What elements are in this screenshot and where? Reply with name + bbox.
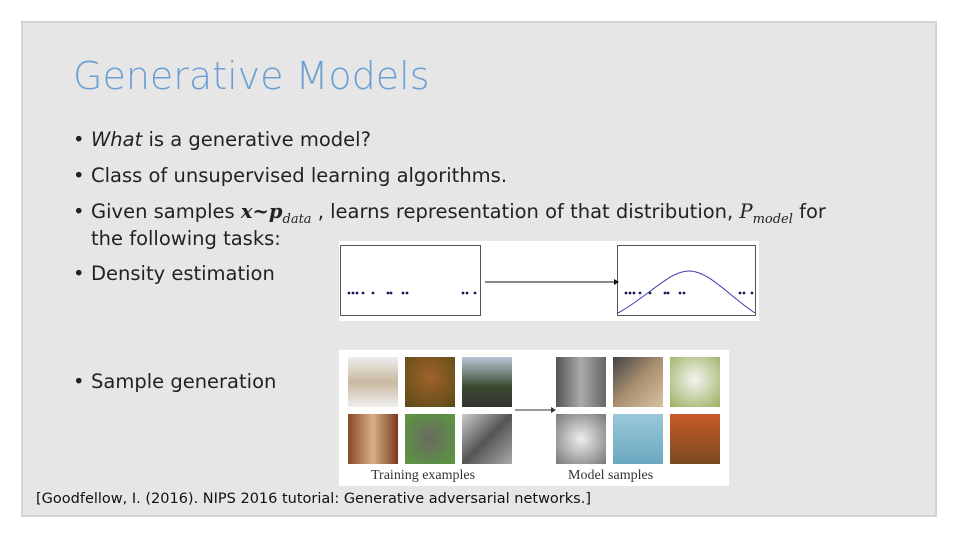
bullet-text: Given samples <box>91 200 241 223</box>
image-city-street <box>556 357 606 407</box>
image-mosque <box>670 414 720 464</box>
sample-generation-figure: Training examples Model samples <box>339 350 729 486</box>
image-swimmer <box>613 414 663 464</box>
image-room <box>348 414 398 464</box>
image-mushroom <box>405 357 455 407</box>
bullet-text: Sample generation <box>91 370 277 393</box>
image-teapot <box>670 357 720 407</box>
image-butterfly <box>405 414 455 464</box>
density-diagram <box>340 245 756 316</box>
image-cat <box>613 357 663 407</box>
bullet-text: for <box>792 200 826 223</box>
model-box <box>617 245 756 316</box>
math-sub-data: data <box>282 211 312 227</box>
bullet-text: , learns representation of that distribu… <box>311 200 740 223</box>
data-box <box>340 245 481 316</box>
math-x-p: x~p <box>240 200 283 223</box>
bullet-text-line2: the following tasks: <box>91 226 281 250</box>
bullet-text: Class of unsupervised learning algorithm… <box>91 164 508 187</box>
math-p: P <box>739 200 753 223</box>
image-street <box>462 357 512 407</box>
slide-title: Generative Models <box>73 54 430 98</box>
math-sub-model: model <box>752 211 793 227</box>
arrow <box>515 407 556 413</box>
training-examples-label: Training examples <box>371 468 476 483</box>
bullet-text: Density estimation <box>91 262 275 285</box>
bullet-emphasis: What <box>91 128 143 151</box>
density-estimation-figure <box>339 241 759 321</box>
citation: [Goodfellow, I. (2016). NIPS 2016 tutori… <box>36 491 591 507</box>
image-coffee-cup <box>348 357 398 407</box>
image-dog <box>556 414 606 464</box>
bullet-text: is a generative model? <box>142 128 371 151</box>
model-samples-label: Model samples <box>568 468 654 483</box>
image-drill <box>462 414 512 464</box>
